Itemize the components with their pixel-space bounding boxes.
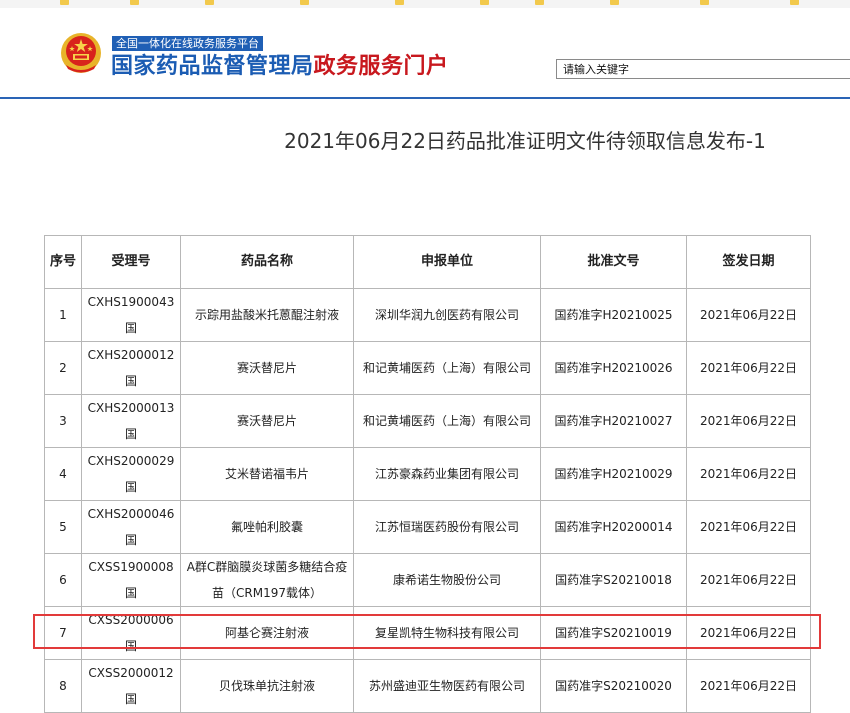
column-header-accept-no: 受理号	[81, 235, 181, 289]
column-header-approval-no: 批准文号	[540, 235, 687, 289]
cell-drug-name: 赛沃替尼片	[180, 341, 354, 395]
cell-no: 8	[44, 659, 82, 713]
cell-accept-no: CXSS1900008国	[81, 553, 181, 607]
cell-issue-date: 2021年06月22日	[686, 553, 811, 607]
cell-accept-no: CXHS2000012国	[81, 341, 181, 395]
cell-no: 6	[44, 553, 82, 607]
cell-applicant: 康希诺生物股份公司	[353, 553, 541, 607]
page-title: 2021年06月22日药品批准证明文件待领取信息发布-1	[284, 129, 766, 153]
cell-accept-no: CXSS2000006国	[81, 606, 181, 660]
cell-accept-no: CXSS2000012国	[81, 659, 181, 713]
cell-drug-name: 阿基仑赛注射液	[180, 606, 354, 660]
bookmark-folder-icon[interactable]	[535, 0, 544, 5]
column-header-drug-name: 药品名称	[180, 235, 354, 289]
table-row: 3 CXHS2000013国 赛沃替尼片 和记黄埔医药（上海）有限公司 国药准字…	[44, 394, 811, 448]
cell-accept-no: CXHS2000029国	[81, 447, 181, 501]
cell-approval-no: 国药准字S20210020	[540, 659, 687, 713]
cell-issue-date: 2021年06月22日	[686, 288, 811, 342]
cell-drug-name: 赛沃替尼片	[180, 394, 354, 448]
bookmark-folder-icon[interactable]	[480, 0, 489, 5]
approval-table: 序号 受理号 药品名称 申报单位 批准文号 签发日期 1 CXHS1900043…	[44, 235, 811, 713]
national-emblem-icon	[61, 33, 101, 73]
cell-no: 1	[44, 288, 82, 342]
cell-approval-no: 国药准字H20210029	[540, 447, 687, 501]
table-row: 8 CXSS2000012国 贝伐珠单抗注射液 苏州盛迪亚生物医药有限公司 国药…	[44, 659, 811, 713]
search-input[interactable]	[556, 59, 850, 79]
table-row: 4 CXHS2000029国 艾米替诺福韦片 江苏豪森药业集团有限公司 国药准字…	[44, 447, 811, 501]
cell-no: 5	[44, 500, 82, 554]
table-header-row: 序号 受理号 药品名称 申报单位 批准文号 签发日期	[44, 235, 811, 289]
cell-applicant: 苏州盛迪亚生物医药有限公司	[353, 659, 541, 713]
cell-approval-no: 国药准字S20210019	[540, 606, 687, 660]
cell-no: 4	[44, 447, 82, 501]
bookmark-folder-icon[interactable]	[300, 0, 309, 5]
column-header-no: 序号	[44, 235, 82, 289]
cell-accept-no: CXHS1900043国	[81, 288, 181, 342]
bookmark-folder-icon[interactable]	[790, 0, 799, 5]
bookmark-folder-icon[interactable]	[60, 0, 69, 5]
cell-issue-date: 2021年06月22日	[686, 394, 811, 448]
cell-issue-date: 2021年06月22日	[686, 500, 811, 554]
cell-applicant: 复星凯特生物科技有限公司	[353, 606, 541, 660]
bookmark-folder-icon[interactable]	[205, 0, 214, 5]
table-row: 5 CXHS2000046国 氟唑帕利胶囊 江苏恒瑞医药股份有限公司 国药准字H…	[44, 500, 811, 554]
cell-drug-name: 艾米替诺福韦片	[180, 447, 354, 501]
cell-no: 2	[44, 341, 82, 395]
cell-issue-date: 2021年06月22日	[686, 606, 811, 660]
cell-applicant: 深圳华润九创医药有限公司	[353, 288, 541, 342]
cell-approval-no: 国药准字H20210027	[540, 394, 687, 448]
bookmark-folder-icon[interactable]	[395, 0, 404, 5]
site-title-agency: 国家药品监督管理局	[111, 54, 314, 79]
cell-applicant: 江苏豪森药业集团有限公司	[353, 447, 541, 501]
bookmark-folder-icon[interactable]	[700, 0, 709, 5]
site-header: 全国一体化在线政务服务平台 国家药品监督管理局政务服务门户	[0, 8, 850, 99]
bookmark-folder-icon[interactable]	[610, 0, 619, 5]
table-row-highlighted: 7 CXSS2000006国 阿基仑赛注射液 复星凯特生物科技有限公司 国药准字…	[44, 606, 811, 660]
site-title-portal: 政务服务门户	[313, 54, 449, 79]
cell-approval-no: 国药准字H20200014	[540, 500, 687, 554]
cell-applicant: 和记黄埔医药（上海）有限公司	[353, 341, 541, 395]
cell-applicant: 和记黄埔医药（上海）有限公司	[353, 394, 541, 448]
cell-applicant: 江苏恒瑞医药股份有限公司	[353, 500, 541, 554]
column-header-applicant: 申报单位	[353, 235, 541, 289]
cell-accept-no: CXHS2000013国	[81, 394, 181, 448]
column-header-issue-date: 签发日期	[686, 235, 811, 289]
table-row: 6 CXSS1900008国 A群C群脑膜炎球菌多糖结合疫苗（CRM197载体）…	[44, 553, 811, 607]
cell-drug-name: 示踪用盐酸米托蒽醌注射液	[180, 288, 354, 342]
cell-drug-name: A群C群脑膜炎球菌多糖结合疫苗（CRM197载体）	[180, 553, 354, 607]
cell-issue-date: 2021年06月22日	[686, 659, 811, 713]
site-title[interactable]: 国家药品监督管理局政务服务门户	[111, 52, 449, 82]
cell-no: 7	[44, 606, 82, 660]
cell-no: 3	[44, 394, 82, 448]
cell-issue-date: 2021年06月22日	[686, 447, 811, 501]
bookmark-folder-icon[interactable]	[130, 0, 139, 5]
cell-drug-name: 氟唑帕利胶囊	[180, 500, 354, 554]
cell-drug-name: 贝伐珠单抗注射液	[180, 659, 354, 713]
cell-approval-no: 国药准字S20210018	[540, 553, 687, 607]
cell-approval-no: 国药准字H20210025	[540, 288, 687, 342]
table-row: 1 CXHS1900043国 示踪用盐酸米托蒽醌注射液 深圳华润九创医药有限公司…	[44, 288, 811, 342]
cell-issue-date: 2021年06月22日	[686, 341, 811, 395]
platform-tagline: 全国一体化在线政务服务平台	[112, 36, 263, 51]
cell-approval-no: 国药准字H20210026	[540, 341, 687, 395]
cell-accept-no: CXHS2000046国	[81, 500, 181, 554]
table-row: 2 CXHS2000012国 赛沃替尼片 和记黄埔医药（上海）有限公司 国药准字…	[44, 341, 811, 395]
